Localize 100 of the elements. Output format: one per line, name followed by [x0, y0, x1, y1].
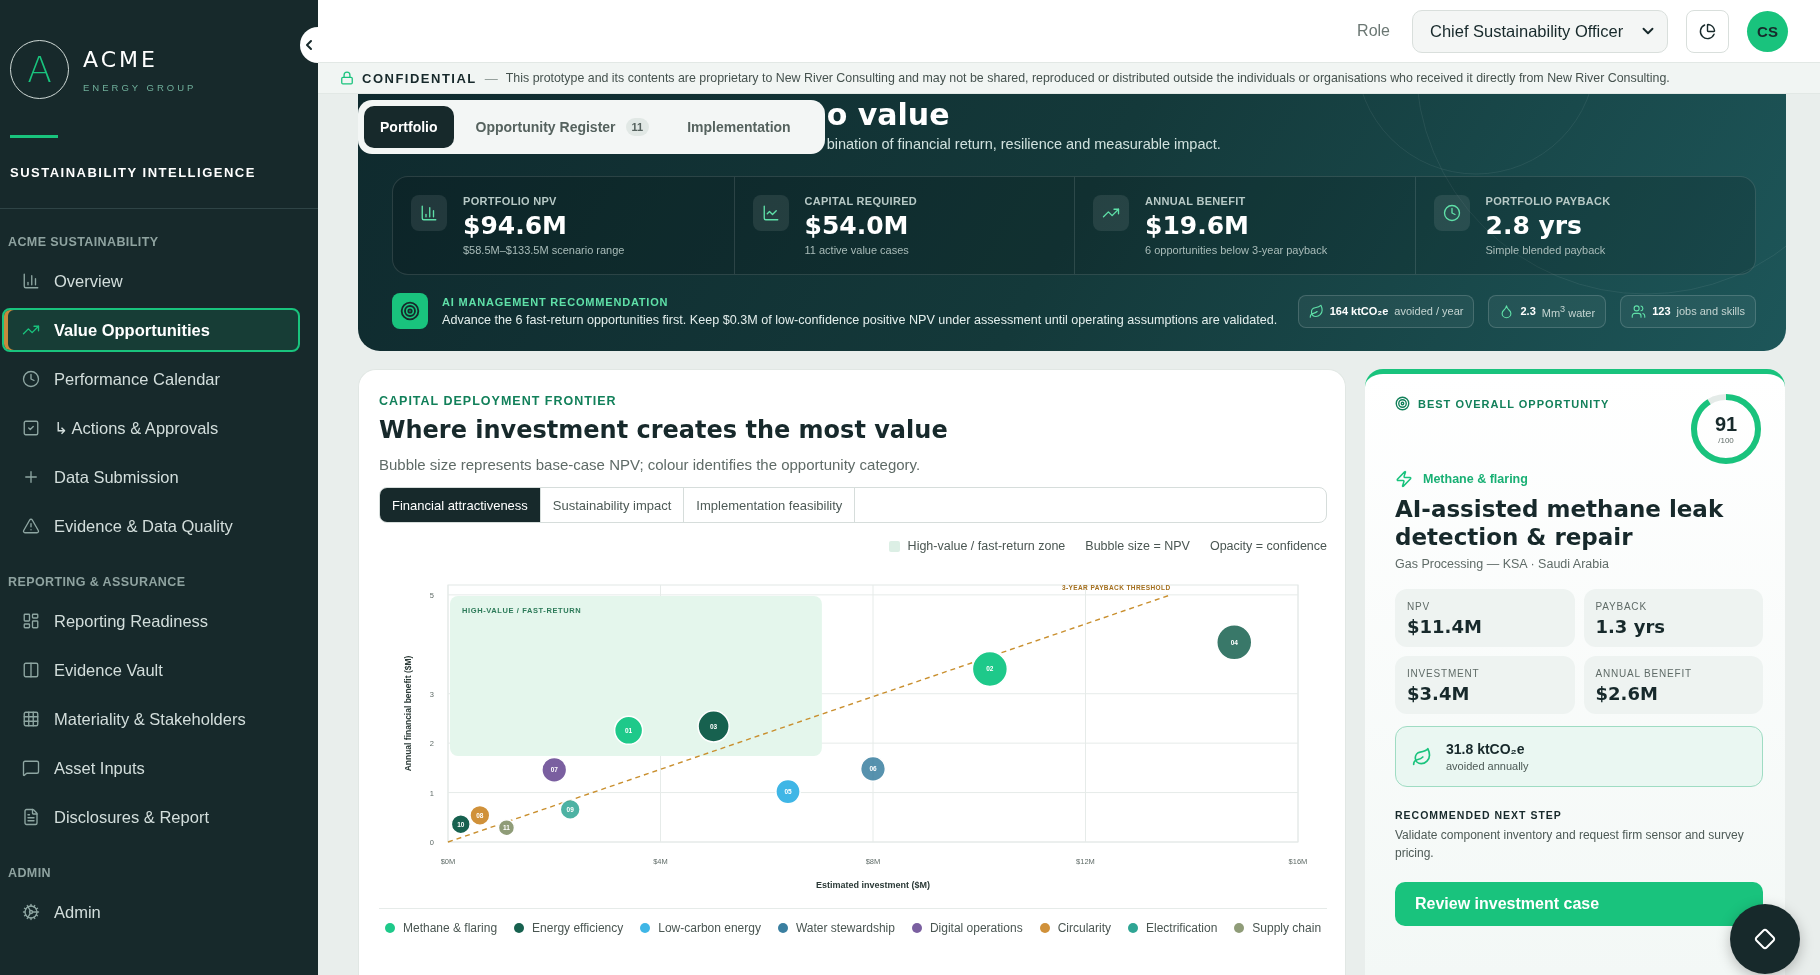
bubble-marker[interactable]: [697, 710, 730, 743]
nav-item[interactable]: Evidence & Data Quality: [2, 504, 300, 548]
impact-unit: Mm$^{3}$ water: [1541, 303, 1596, 319]
bubble-marker[interactable]: [1216, 624, 1253, 661]
impact-value: 123: [1652, 305, 1671, 317]
score-value: 91: [1714, 413, 1738, 434]
nav-item[interactable]: Disclosures & Report: [2, 795, 300, 839]
kpi-note: $58.5M–$133.5M scenario range: [463, 244, 625, 256]
people-icon: [1631, 303, 1647, 319]
nav-item[interactable]: Data Submission: [2, 455, 300, 499]
nav-item[interactable]: Evidence Vault: [2, 648, 300, 692]
clock-icon: [1442, 204, 1461, 222]
bubble-marker[interactable]: [450, 814, 471, 835]
impact-unit: avoided / year: [1394, 305, 1464, 317]
impact-value: 164 ktCO₂e: [1329, 305, 1389, 317]
impact-unit: jobs and skills: [1676, 305, 1745, 317]
kpi-label: PORTFOLIO PAYBACK: [1485, 195, 1611, 207]
kpi-note: 6 opportunities below 3-year payback: [1145, 244, 1328, 256]
target-icon: [400, 301, 420, 321]
bubble-marker[interactable]: [859, 755, 887, 782]
zone-swatch: [888, 540, 900, 552]
view-tab[interactable]: Opportunity Register 11: [459, 106, 666, 148]
nav-item[interactable]: ↳ Actions & Approvals: [2, 406, 300, 450]
impact-value: 31.8 ktCO₂e: [1446, 741, 1526, 758]
lightning-icon: [1395, 470, 1413, 488]
section-title: ADMIN: [7, 865, 52, 882]
card-eyebrow: CAPITAL DEPLOYMENT FRONTIER: [379, 394, 618, 408]
document-icon: [22, 808, 40, 826]
bubble-marker[interactable]: [497, 818, 516, 837]
view-tab[interactable]: Implementation: [671, 106, 807, 148]
section-title: REPORTING & ASSURANCE: [7, 574, 187, 591]
bubble-marker[interactable]: [775, 778, 801, 805]
metric-label: PAYBACK: [1595, 601, 1648, 613]
opportunity-title: AI-assisted methane leak detection & repair: [1395, 496, 1725, 552]
bar-chart-icon: [22, 272, 40, 290]
nav-item[interactable]: Overview: [2, 259, 300, 303]
metric-value: $2.6M: [1595, 683, 1659, 705]
view-tab[interactable]: Portfolio: [364, 106, 454, 148]
nav-item[interactable]: Asset Inputs: [2, 746, 300, 790]
lens-tab[interactable]: Financial attractiveness: [380, 488, 541, 522]
key-label: Bubble size = NPV: [1085, 539, 1190, 553]
kpi-note: 11 active value cases: [804, 244, 910, 256]
legend-label: Energy efficiency: [532, 921, 624, 935]
kpi-label: ANNUAL BENEFIT: [1145, 195, 1247, 207]
role-select[interactable]: Chief Sustainability Officer: [1412, 9, 1668, 53]
target-icon: [1395, 396, 1410, 411]
nav-item[interactable]: Admin: [2, 890, 300, 934]
next-step-text: Validate component inventory and request firm sensor and survey pricing.: [1395, 827, 1745, 862]
bubble-marker[interactable]: [469, 804, 491, 826]
kpi-label: PORTFOLIO NPV: [463, 195, 558, 207]
legend-label: Low-carbon energy: [658, 921, 761, 935]
metric-label: NPV: [1407, 601, 1431, 613]
section-title: ACME SUSTAINABILITY: [7, 234, 160, 251]
theme-button[interactable]: [1686, 9, 1729, 53]
bubble-marker[interactable]: [541, 756, 568, 783]
metric-value: $11.4M: [1407, 616, 1483, 638]
key-label: Opacity = confidence: [1209, 539, 1327, 553]
leaf-icon: [1308, 303, 1324, 319]
clock-icon: [22, 370, 40, 388]
pie-chart-icon: [1699, 22, 1716, 40]
dashboard-icon: [22, 612, 40, 630]
banner-text: This prototype and its contents are proprietary to New River Consulting and may not be shared, reproduced or distributed outside the individuals or organisations who received it directly from New River Consulting.: [505, 71, 1670, 85]
bubble-marker[interactable]: [613, 715, 644, 746]
kpi-value: $54.0M: [804, 211, 910, 240]
grid-icon: [22, 710, 40, 728]
lock-icon: [340, 71, 354, 85]
nav-item[interactable]: Reporting Readiness: [2, 599, 300, 643]
brand-name: ACME: [83, 46, 159, 72]
banner-dash: —: [484, 70, 498, 86]
bubble-marker[interactable]: [971, 650, 1009, 688]
warning-icon: [22, 517, 40, 535]
kpi-label: CAPITAL REQUIRED: [804, 195, 918, 207]
bubble-marker[interactable]: [559, 798, 581, 821]
opportunity-location: Gas Processing — KSA · Saudi Arabia: [1395, 557, 1610, 572]
user-avatar[interactable]: CS: [1747, 10, 1788, 52]
brand-subtitle: ENERGY GROUP: [83, 81, 197, 93]
metric-label: INVESTMENT: [1407, 668, 1481, 680]
axis-title: Annual financial benefit ($M): [403, 655, 413, 772]
category-label: Methane & flaring: [1423, 472, 1528, 486]
legend-label: Water stewardship: [795, 921, 895, 935]
card-subtitle: Bubble size represents base-case NPV; colour identifies the opportunity category.: [379, 456, 922, 473]
role-label: Role: [1357, 22, 1390, 40]
nav-item[interactable]: Performance Calendar: [2, 357, 300, 401]
next-step-title: RECOMMENDED NEXT STEP: [1395, 809, 1563, 822]
count-badge: 11: [625, 118, 650, 136]
recommendation-text: Advance the 6 fast-return opportunities first. Keep $0.3M of low-confidence positive NPV under assessment until operating assumptions are validated.: [442, 312, 1279, 327]
metric-label: ANNUAL BENEFIT: [1595, 668, 1693, 680]
impact-note: avoided annually: [1446, 760, 1529, 773]
diamond-icon: [1754, 928, 1776, 950]
kpi-value: 2.8 yrs: [1485, 211, 1583, 240]
bar-chart-icon: [420, 204, 438, 222]
product-title: SUSTAINABILITY INTELLIGENCE: [0, 138, 318, 209]
columns-icon: [22, 661, 40, 679]
legend-label: Digital operations: [929, 921, 1023, 935]
axis-title: Estimated investment ($M): [816, 880, 930, 890]
chat-icon: [22, 759, 40, 777]
nav-item[interactable]: Materiality & Stakeholders: [2, 697, 300, 741]
card-title: Where investment creates the most value: [379, 416, 949, 444]
nav-item[interactable]: Value Opportunities: [2, 308, 300, 352]
key-label: High-value / fast-return zone: [907, 539, 1066, 553]
